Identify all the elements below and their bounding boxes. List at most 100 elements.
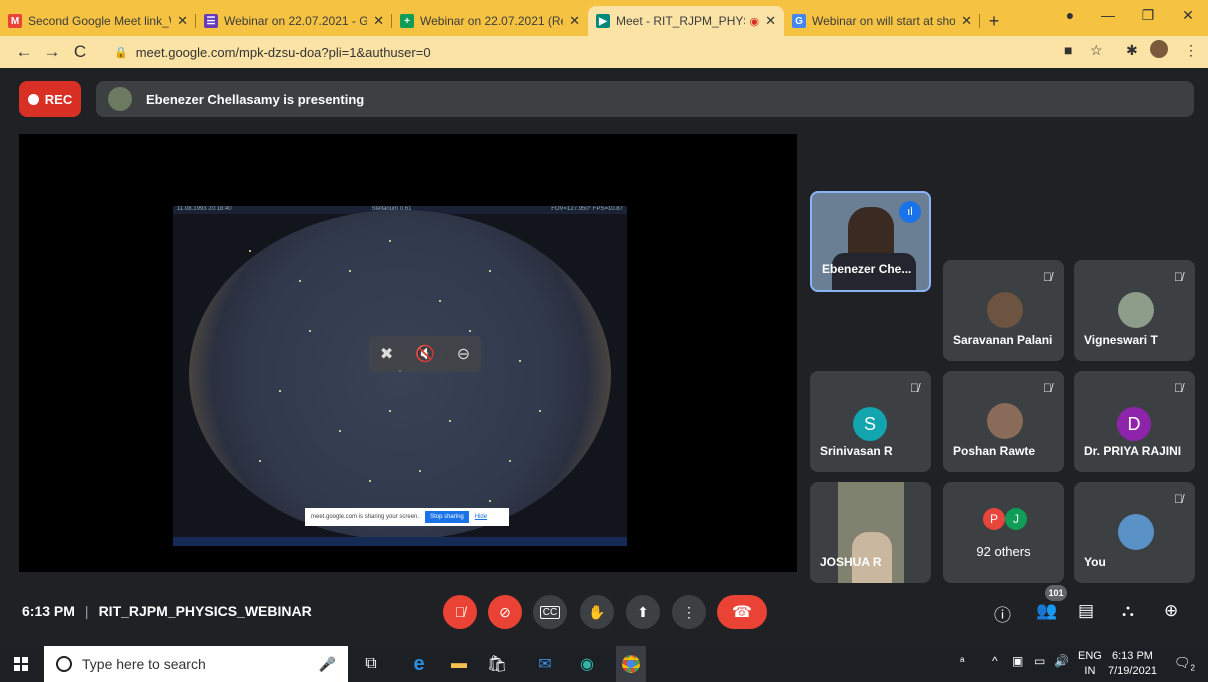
close-tab-icon[interactable]: ✕ bbox=[961, 13, 972, 29]
participant-photo bbox=[1118, 292, 1154, 328]
profile-avatar[interactable] bbox=[1150, 40, 1168, 58]
meeting-details-icon[interactable]: ⓘ bbox=[994, 601, 1011, 626]
raise-hand-button[interactable]: ✋ bbox=[580, 595, 614, 629]
chat-icon[interactable]: ▤ bbox=[1078, 601, 1094, 621]
participant-name: Dr. PRIYA RAJINI bbox=[1084, 444, 1182, 458]
reload-button[interactable]: C bbox=[66, 42, 94, 62]
lock-icon: 🔒 bbox=[114, 46, 128, 59]
mail-icon[interactable]: ✉ bbox=[534, 654, 556, 674]
bookmark-star-icon[interactable]: ☆ bbox=[1090, 42, 1103, 59]
network-icon[interactable]: ▭ bbox=[1034, 654, 1045, 668]
microphone-icon[interactable]: 🎤 bbox=[319, 656, 336, 673]
task-view-icon[interactable]: ⧉ bbox=[360, 654, 382, 674]
participant-name: Poshan Rawte bbox=[953, 444, 1036, 458]
participant-tile-srinivasan[interactable]: 🎙̸ S Srinivasan R bbox=[810, 371, 931, 472]
shared-screen: 11.08.1993 20:18:40 Stellarium 0.61 FOV=… bbox=[173, 206, 627, 546]
system-clock[interactable]: 6:13 PM 7/19/2021 bbox=[1108, 649, 1157, 679]
mic-off-icon: 🎙̸ bbox=[1043, 381, 1052, 395]
captions-button[interactable]: CC bbox=[533, 595, 567, 629]
volume-icon[interactable]: 🔊 bbox=[1054, 654, 1069, 668]
profile-dot-icon[interactable]: ● bbox=[1050, 0, 1090, 30]
forward-button[interactable]: → bbox=[38, 42, 66, 62]
activities-icon[interactable]: ⛬ bbox=[1122, 601, 1134, 621]
sky-star bbox=[539, 410, 541, 412]
back-button[interactable]: ← bbox=[10, 42, 38, 62]
participant-letter-avatar: D bbox=[1117, 407, 1151, 441]
edge-icon[interactable]: ◉ bbox=[576, 654, 598, 674]
mute-presentation-icon[interactable]: 🔇 bbox=[415, 344, 435, 364]
meeting-name: RIT_RJPM_PHYSICS_WEBINAR bbox=[98, 603, 312, 619]
participant-tile-vigneswari[interactable]: 🎙̸ Vigneswari T bbox=[1074, 260, 1195, 361]
show-hidden-icons[interactable]: ^ bbox=[992, 654, 998, 668]
people-tray-icon[interactable]: ᵃ bbox=[960, 654, 964, 668]
unpin-icon[interactable]: ✖ bbox=[380, 344, 393, 364]
extensions-icon[interactable]: ✱ bbox=[1126, 42, 1138, 59]
participant-name: Ebenezer Che... bbox=[822, 262, 912, 276]
participant-tile-priya[interactable]: 🎙̸ D Dr. PRIYA RAJINI bbox=[1074, 371, 1195, 472]
chrome-icon[interactable] bbox=[616, 646, 646, 682]
participant-letter-avatar: S bbox=[853, 407, 887, 441]
tab-title: Webinar on will start at short bbox=[812, 14, 956, 28]
browser-tab[interactable]: M Second Google Meet link_We ✕ bbox=[0, 6, 196, 36]
participant-tile-ebenezer[interactable]: ıl Ebenezer Che... bbox=[810, 191, 931, 292]
mic-toggle-button[interactable]: 🎙̸ bbox=[443, 595, 477, 629]
close-tab-icon[interactable]: ✕ bbox=[765, 13, 776, 29]
camera-in-use-icon[interactable]: ■ bbox=[1064, 42, 1072, 58]
taskbar-search[interactable]: Type here to search 🎤 bbox=[44, 646, 348, 682]
more-options-button[interactable]: ⋮ bbox=[672, 595, 706, 629]
participant-tile-joshua[interactable]: JOSHUA R bbox=[810, 482, 931, 583]
edge-legacy-icon[interactable]: e bbox=[408, 653, 430, 675]
browser-tab[interactable]: + Webinar on 22.07.2021 (Resp ✕ bbox=[392, 6, 588, 36]
participant-photo bbox=[987, 403, 1023, 439]
input-language[interactable]: ENG IN bbox=[1078, 649, 1102, 679]
sky-star bbox=[259, 460, 261, 462]
close-tab-icon[interactable]: ✕ bbox=[569, 13, 580, 29]
mic-off-icon: 🎙̸ bbox=[1174, 492, 1183, 506]
sky-star bbox=[389, 240, 391, 242]
hide-banner-link[interactable]: Hide bbox=[475, 514, 487, 520]
store-icon[interactable]: 🛍 bbox=[486, 654, 508, 674]
stop-sharing-button[interactable]: Stop sharing bbox=[425, 511, 469, 523]
present-button[interactable]: ⬆ bbox=[626, 595, 660, 629]
participant-photo bbox=[987, 292, 1023, 328]
browser-tab[interactable]: ▶ Meet - RIT_RJPM_PHYSIC ◉ ✕ bbox=[588, 6, 784, 36]
maximize-button[interactable]: ❐ bbox=[1128, 0, 1168, 30]
sky-star bbox=[519, 360, 521, 362]
close-window-button[interactable]: ✕ bbox=[1168, 0, 1208, 30]
participant-tile-poshan[interactable]: 🎙̸ Poshan Rawte bbox=[943, 371, 1064, 472]
mic-off-icon: 🎙̸ bbox=[1174, 270, 1183, 284]
camera-toggle-button[interactable]: ⊘ bbox=[488, 595, 522, 629]
leave-call-button[interactable]: ☎ bbox=[717, 595, 767, 629]
tab-title: Meet - RIT_RJPM_PHYSIC bbox=[616, 14, 745, 28]
mic-off-icon: 🎙̸ bbox=[454, 604, 466, 620]
sky-star bbox=[439, 300, 441, 302]
windows-start-icon[interactable] bbox=[14, 657, 28, 671]
file-explorer-icon[interactable]: ▬ bbox=[448, 654, 470, 674]
browser-tab[interactable]: ☰ Webinar on 22.07.2021 - Goo ✕ bbox=[196, 6, 392, 36]
participant-name: JOSHUA R bbox=[820, 555, 882, 569]
others-tile[interactable]: P J 92 others bbox=[943, 482, 1064, 583]
tray-app-icon[interactable]: ▣ bbox=[1012, 654, 1023, 668]
close-tab-icon[interactable]: ✕ bbox=[373, 13, 384, 29]
close-tab-icon[interactable]: ✕ bbox=[177, 13, 188, 29]
address-toolbar: ← → C 🔒 meet.google.com/mpk-dzsu-doa?pli… bbox=[0, 36, 1208, 68]
minimize-button[interactable]: — bbox=[1088, 0, 1128, 30]
participant-tile-saravanan[interactable]: 🎙̸ Saravanan Palani bbox=[943, 260, 1064, 361]
browser-tab[interactable]: G Webinar on will start at short ✕ bbox=[784, 6, 980, 36]
people-icon[interactable]: 👥 bbox=[1036, 601, 1057, 621]
host-controls-icon[interactable]: ⊕ bbox=[1164, 601, 1178, 621]
new-tab-button[interactable]: + bbox=[980, 6, 1008, 36]
notifications-icon[interactable]: 🗨2 bbox=[1174, 655, 1195, 673]
tab-title: Webinar on 22.07.2021 - Goo bbox=[224, 14, 368, 28]
address-bar[interactable]: 🔒 meet.google.com/mpk-dzsu-doa?pli=1&aut… bbox=[100, 40, 1208, 64]
presenting-banner: Ebenezer Chellasamy is presenting bbox=[96, 81, 1194, 117]
sky-star bbox=[419, 470, 421, 472]
browser-menu-icon[interactable]: ⋮ bbox=[1184, 42, 1198, 59]
more-vert-icon: ⋮ bbox=[682, 603, 696, 620]
remove-from-view-icon[interactable]: ⊖ bbox=[457, 344, 470, 364]
participant-name: You bbox=[1084, 555, 1106, 569]
record-dot-icon bbox=[27, 93, 39, 105]
forms-icon: ☰ bbox=[204, 14, 218, 28]
search-placeholder: Type here to search bbox=[82, 656, 206, 672]
participant-tile-you[interactable]: 🎙̸ You bbox=[1074, 482, 1195, 583]
